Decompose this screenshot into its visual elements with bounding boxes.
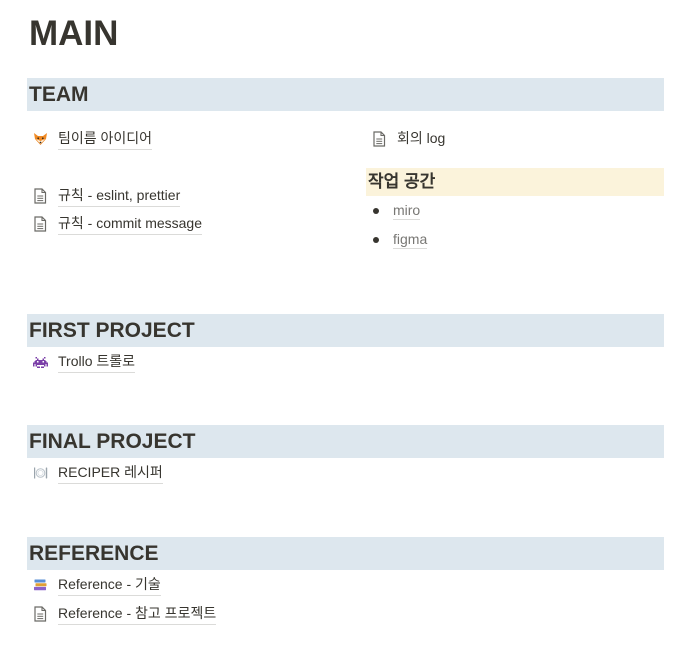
link-reference-tech[interactable]: Reference - 기술 xyxy=(31,573,161,597)
link-label: 규칙 - commit message xyxy=(58,213,203,235)
workspace-item-label: figma xyxy=(393,231,428,249)
page-title: MAIN xyxy=(29,14,119,53)
workspace-item-miro[interactable]: miro xyxy=(373,200,421,222)
link-rules-eslint-prettier[interactable]: 규칙 - eslint, prettier xyxy=(31,184,181,208)
page-icon xyxy=(31,187,49,205)
page-icon xyxy=(31,215,49,233)
link-reciper[interactable]: RECIPER 레시퍼 xyxy=(31,461,163,485)
link-label: Trollo 트롤로 xyxy=(58,351,136,373)
link-label: Reference - 참고 프로젝트 xyxy=(58,603,217,625)
workspace-header: 작업 공간 xyxy=(366,168,664,196)
workspace-item-figma[interactable]: figma xyxy=(373,229,428,251)
link-reference-projects[interactable]: Reference - 참고 프로젝트 xyxy=(31,602,217,626)
link-trollo[interactable]: Trollo 트롤로 xyxy=(31,350,136,374)
fork-knife-plate-icon xyxy=(31,464,49,482)
link-label: 규칙 - eslint, prettier xyxy=(58,185,181,207)
page-icon xyxy=(31,605,49,623)
link-label: 회의 log xyxy=(397,130,446,146)
section-header-team: TEAM xyxy=(27,78,664,111)
bullet-icon xyxy=(373,208,379,214)
section-header-final-project: FINAL PROJECT xyxy=(27,425,664,458)
fox-emoji-icon xyxy=(31,130,49,148)
link-label: RECIPER 레시퍼 xyxy=(58,462,163,484)
link-team-name-ideas[interactable]: 팀이름 아이디어 xyxy=(31,127,153,151)
link-label: Reference - 기술 xyxy=(58,574,161,596)
bullet-icon xyxy=(373,237,379,243)
link-rules-commit-message[interactable]: 규칙 - commit message xyxy=(31,212,203,236)
link-meeting-log[interactable]: 회의 log xyxy=(370,127,445,151)
section-header-reference: REFERENCE xyxy=(27,537,664,570)
workspace-item-label: miro xyxy=(393,202,421,220)
books-icon xyxy=(31,576,49,594)
space-invader-icon xyxy=(31,353,49,371)
page-icon xyxy=(370,130,388,148)
link-label: 팀이름 아이디어 xyxy=(58,128,153,150)
section-header-first-project: FIRST PROJECT xyxy=(27,314,664,347)
